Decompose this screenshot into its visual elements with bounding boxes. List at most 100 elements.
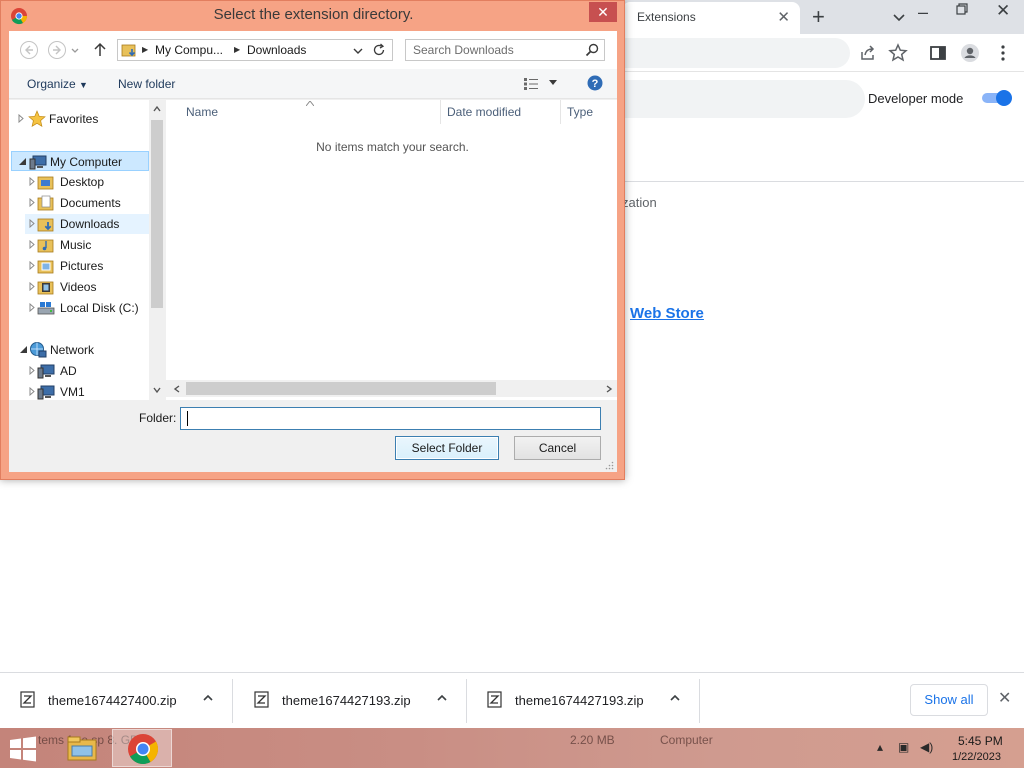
bookmark-star-icon[interactable] — [888, 43, 908, 63]
clock-time[interactable]: 5:45 PM — [958, 734, 1003, 748]
scroll-up-icon[interactable] — [152, 104, 162, 114]
tree-item-music[interactable]: Music — [25, 235, 149, 255]
folder-input[interactable] — [180, 407, 601, 430]
tab-search-chevron-icon[interactable] — [890, 8, 908, 26]
tray-chevron-icon[interactable]: ▴ — [877, 740, 883, 754]
breadcrumb-separator-icon[interactable]: ▶ — [234, 45, 240, 54]
share-icon[interactable] — [858, 43, 878, 63]
dialog-close-button[interactable]: ✕ — [589, 2, 617, 22]
forward-icon[interactable] — [47, 40, 67, 60]
side-panel-icon[interactable] — [928, 43, 948, 63]
breadcrumb-downloads[interactable]: Downloads — [247, 43, 306, 57]
show-all-button[interactable]: Show all — [910, 684, 988, 716]
tree-item-ad[interactable]: AD — [25, 361, 149, 381]
column-header-name[interactable]: Name — [186, 105, 218, 119]
address-bar[interactable]: ▶ My Compu... ▶ Downloads — [117, 39, 393, 61]
resize-grip-icon[interactable] — [605, 461, 614, 470]
scroll-down-icon[interactable] — [152, 385, 162, 395]
expand-icon[interactable] — [28, 303, 37, 312]
close-shelf-icon[interactable]: ✕ — [998, 688, 1011, 708]
expand-icon[interactable] — [28, 261, 37, 270]
expand-icon[interactable] — [28, 240, 37, 249]
tree-item-network[interactable]: Network — [17, 340, 149, 360]
up-arrow-icon[interactable] — [93, 40, 107, 60]
breadcrumb-separator-icon[interactable]: ▶ — [142, 45, 148, 54]
expand-icon[interactable] — [28, 198, 37, 207]
expand-icon[interactable] — [28, 366, 37, 375]
search-icon[interactable] — [585, 43, 599, 57]
download-item[interactable]: theme1674427193.zip — [234, 679, 467, 723]
web-store-link[interactable]: Web Store — [630, 305, 704, 322]
chevron-up-icon[interactable] — [669, 692, 681, 704]
tree-item-my-computer[interactable]: My Computer — [11, 151, 149, 171]
download-item[interactable]: theme1674427400.zip — [0, 679, 233, 723]
folder-label: Folder: — [139, 411, 177, 425]
breadcrumb-my-computer[interactable]: My Compu... — [155, 43, 223, 57]
chrome-taskbar-button[interactable] — [112, 729, 172, 767]
tree-item-videos[interactable]: Videos — [25, 277, 149, 297]
scroll-left-icon[interactable] — [172, 384, 182, 394]
computer-icon — [37, 385, 55, 400]
file-explorer-icon[interactable] — [64, 732, 100, 764]
windows-start-icon[interactable] — [8, 736, 38, 762]
expand-icon[interactable] — [28, 177, 37, 186]
volume-icon[interactable]: ◀) — [920, 740, 933, 754]
profile-avatar-icon[interactable] — [960, 43, 980, 63]
tree-item-desktop[interactable]: Desktop — [25, 172, 149, 192]
cancel-button[interactable]: Cancel — [514, 436, 601, 460]
kebab-menu-icon[interactable] — [993, 43, 1013, 63]
minimize-icon[interactable]: – — [918, 2, 928, 23]
recent-locations-chevron-icon[interactable] — [70, 40, 80, 60]
view-options-icon[interactable] — [523, 77, 539, 91]
expand-icon[interactable] — [28, 219, 37, 228]
chevron-up-icon[interactable] — [202, 692, 214, 704]
clock-date[interactable]: 1/22/2023 — [952, 751, 1001, 763]
tree-item-documents[interactable]: Documents — [25, 193, 149, 213]
select-folder-button[interactable]: Select Folder — [395, 436, 499, 460]
tab-close-icon[interactable]: ✕ — [777, 8, 790, 26]
help-icon[interactable]: ? — [587, 75, 603, 91]
tree-item-downloads[interactable]: Downloads — [25, 214, 149, 234]
text-cursor — [187, 411, 188, 426]
collapse-icon[interactable] — [19, 345, 28, 354]
view-dropdown-chevron-icon[interactable] — [549, 80, 557, 86]
new-folder-button[interactable]: New folder — [118, 77, 175, 91]
tree-label: Desktop — [60, 175, 105, 189]
expand-icon[interactable] — [28, 282, 37, 291]
tree-item-vm1[interactable]: VM1 — [25, 382, 149, 400]
scrollbar-thumb[interactable] — [186, 382, 496, 395]
tab-extensions[interactable]: Extensions ✕ — [622, 2, 800, 34]
navigation-pane-scrollbar[interactable] — [149, 100, 165, 400]
tree-item-pictures[interactable]: Pictures — [25, 256, 149, 276]
downloads-folder-icon — [121, 44, 136, 57]
tree-item-local-disk[interactable]: Local Disk (C:) — [25, 298, 149, 318]
window-close-icon[interactable]: ✕ — [996, 1, 1010, 21]
sort-ascending-icon — [306, 101, 314, 106]
organize-button[interactable]: Organize ▼ — [27, 77, 88, 91]
chevron-down-icon[interactable] — [352, 45, 364, 57]
refresh-icon[interactable] — [372, 43, 386, 57]
restore-icon[interactable] — [956, 3, 968, 15]
star-icon — [28, 110, 46, 128]
collapse-icon[interactable] — [18, 157, 27, 166]
music-folder-icon — [37, 239, 54, 253]
chevron-up-icon[interactable] — [436, 692, 448, 704]
back-icon[interactable] — [19, 40, 39, 60]
file-list-pane: Name Date modified Type No items match y… — [166, 100, 617, 400]
expand-icon[interactable] — [17, 114, 26, 123]
network-tray-icon[interactable]: ▣ — [898, 740, 909, 754]
column-divider[interactable] — [440, 100, 441, 124]
horizontal-scrollbar[interactable] — [166, 380, 617, 397]
download-item[interactable]: theme1674427193.zip — [467, 679, 700, 723]
search-box — [405, 39, 605, 61]
tree-item-favorites[interactable]: Favorites — [17, 109, 147, 129]
developer-mode-toggle[interactable] — [980, 90, 1012, 106]
column-header-date-modified[interactable]: Date modified — [447, 105, 521, 119]
scroll-right-icon[interactable] — [604, 384, 614, 394]
new-tab-icon[interactable]: + — [812, 4, 825, 30]
expand-icon[interactable] — [28, 387, 37, 396]
search-input[interactable] — [407, 41, 577, 59]
column-header-type[interactable]: Type — [567, 105, 593, 119]
scrollbar-thumb[interactable] — [151, 120, 163, 308]
column-divider[interactable] — [560, 100, 561, 124]
